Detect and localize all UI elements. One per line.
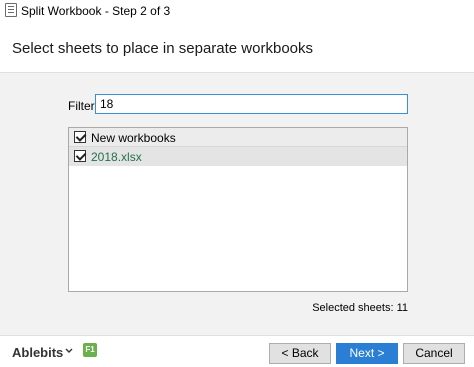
window-title: Split Workbook - Step 2 of 3 <box>21 4 171 18</box>
brand-name[interactable]: Ablebits <box>12 345 63 360</box>
wizard-footer: Ablebits F1 < Back Next > Cancel <box>0 335 474 367</box>
title-bar: Split Workbook - Step 2 of 3 <box>0 0 474 22</box>
workbook-icon <box>5 3 17 17</box>
page-title: Select sheets to place in separate workb… <box>12 40 314 57</box>
workbook-label: 2018.xlsx <box>91 150 142 164</box>
tree-root-row[interactable]: New workbooks <box>69 128 407 147</box>
wizard-content: Filter: New workbooks 2018.xlsx Selected… <box>0 72 474 335</box>
filter-label: Filter: <box>68 99 98 113</box>
list-item[interactable]: 2018.xlsx <box>69 147 407 166</box>
back-button[interactable]: < Back <box>269 343 331 364</box>
cancel-button[interactable]: Cancel <box>403 343 465 364</box>
new-workbooks-checkbox[interactable] <box>74 131 86 143</box>
next-button[interactable]: Next > <box>336 343 398 364</box>
wizard-header: Select sheets to place in separate workb… <box>0 22 474 92</box>
chevron-down-icon[interactable] <box>64 345 74 357</box>
selected-sheets-count: Selected sheets: 11 <box>312 302 408 314</box>
sheets-tree: New workbooks 2018.xlsx <box>68 127 408 292</box>
filter-input[interactable] <box>95 94 408 114</box>
workbook-checkbox[interactable] <box>74 150 86 162</box>
help-icon[interactable]: F1 <box>83 343 97 357</box>
tree-root-label: New workbooks <box>91 131 176 145</box>
